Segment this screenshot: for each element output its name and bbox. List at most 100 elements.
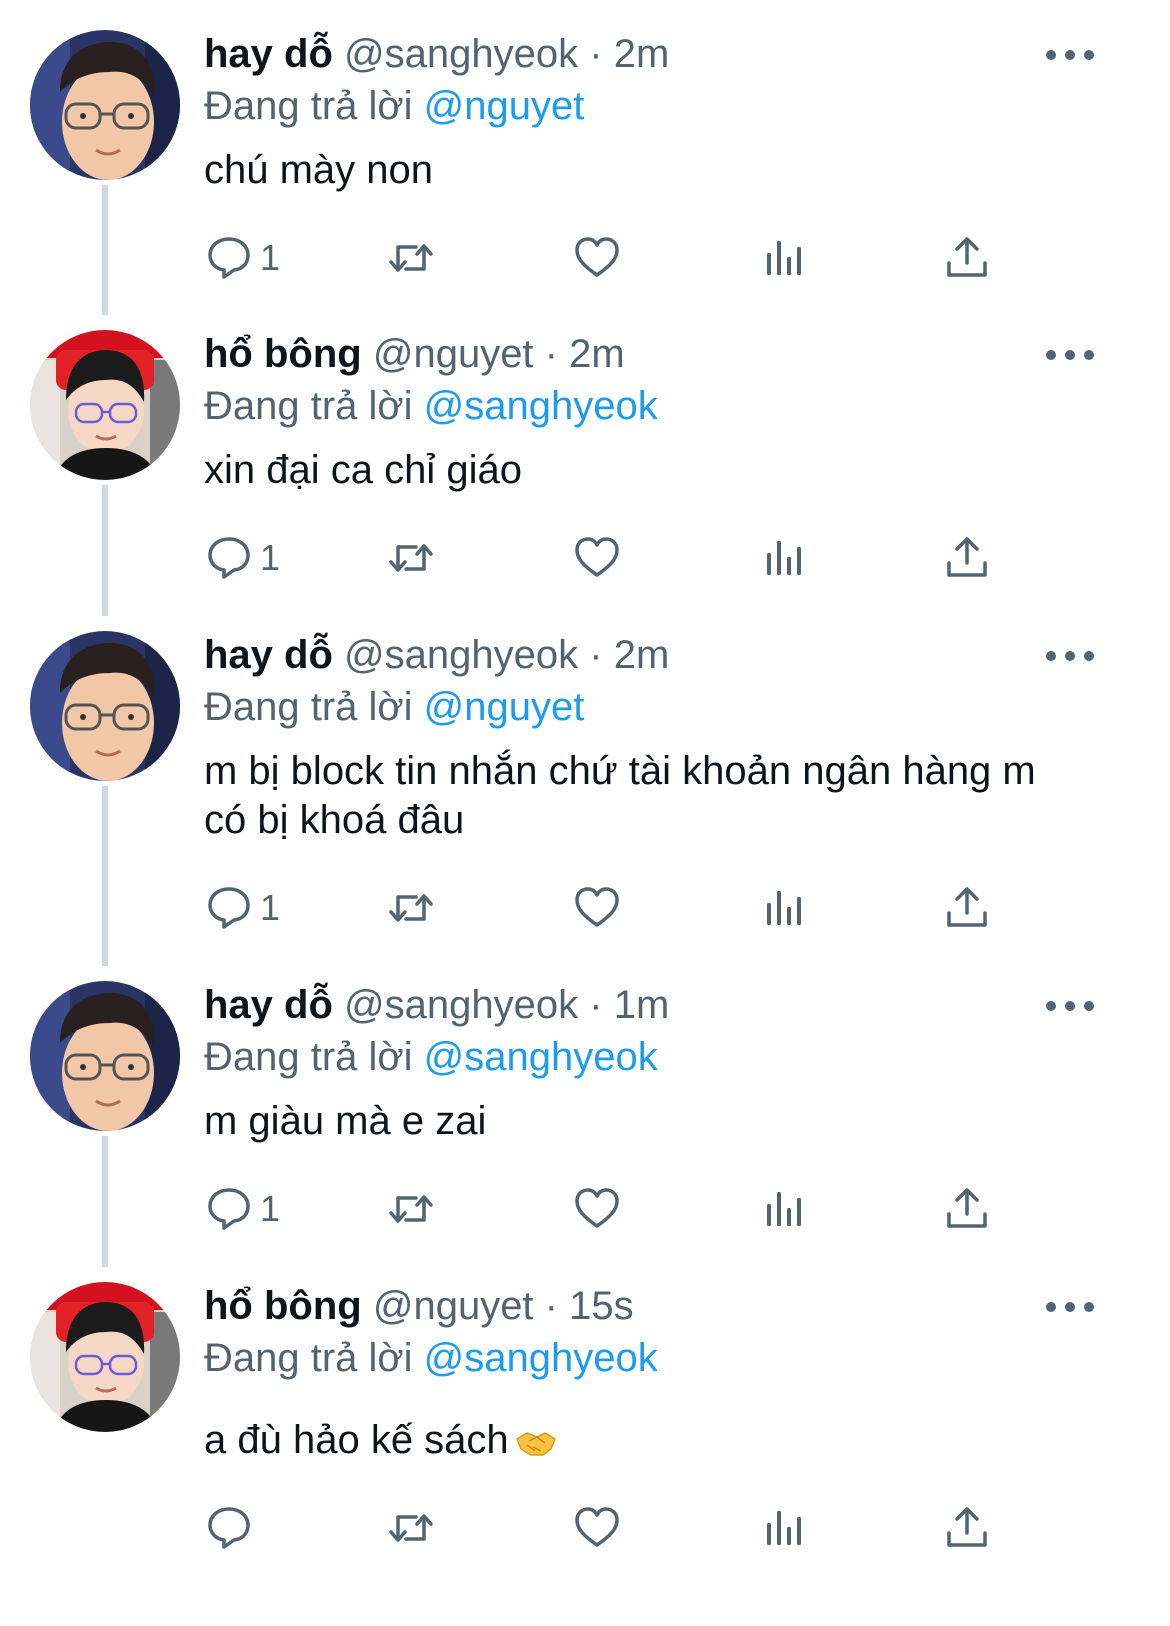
views-button[interactable] bbox=[758, 528, 808, 588]
more-icon[interactable] bbox=[1040, 340, 1100, 370]
views-chart-icon bbox=[758, 533, 808, 583]
display-name[interactable]: hổ bông bbox=[204, 1284, 362, 1328]
tweet[interactable]: hổ bông @nguyet · 2m Đang trả lời @sangh… bbox=[0, 300, 1170, 616]
heart-icon bbox=[572, 1184, 622, 1234]
tweet-text: m giàu mà e zai bbox=[204, 1099, 487, 1143]
user-handle[interactable]: @nguyet bbox=[373, 332, 534, 376]
retweet-icon bbox=[386, 1184, 436, 1234]
share-icon bbox=[942, 233, 992, 283]
mention-link[interactable]: @sanghyeok bbox=[424, 384, 658, 428]
retweet-button[interactable] bbox=[386, 1498, 436, 1558]
views-button[interactable] bbox=[758, 878, 808, 938]
avatar-glasses bbox=[30, 981, 180, 1131]
views-chart-icon bbox=[758, 883, 808, 933]
mention-link[interactable]: @sanghyeok bbox=[424, 1035, 658, 1079]
tweet[interactable]: hổ bông @nguyet · 15s Đang trả lời @sang… bbox=[0, 1252, 1170, 1626]
avatar-gaming-chair bbox=[30, 330, 180, 480]
more-icon[interactable] bbox=[1040, 991, 1100, 1021]
retweet-button[interactable] bbox=[386, 228, 436, 288]
tweet-actions bbox=[0, 1498, 1170, 1558]
avatar[interactable] bbox=[30, 330, 180, 480]
avatar[interactable] bbox=[30, 981, 180, 1131]
share-button[interactable] bbox=[942, 528, 992, 588]
user-handle[interactable]: @nguyet bbox=[373, 1284, 534, 1328]
tweet[interactable]: hay dỗ @sanghyeok · 2m Đang trả lời @ngu… bbox=[0, 601, 1170, 966]
avatar[interactable] bbox=[30, 30, 180, 180]
replying-prefix: Đang trả lời bbox=[204, 84, 413, 128]
reply-button[interactable] bbox=[204, 1498, 260, 1558]
reply-count: 1 bbox=[260, 1188, 281, 1229]
reply-icon bbox=[204, 1503, 254, 1553]
replying-prefix: Đang trả lời bbox=[204, 1336, 413, 1380]
views-button[interactable] bbox=[758, 1179, 808, 1239]
tweet-thread: hay dỗ @sanghyeok · 2m Đang trả lời @ngu… bbox=[0, 0, 1170, 1626]
avatar-glasses bbox=[30, 631, 180, 781]
replying-prefix: Đang trả lời bbox=[204, 384, 413, 428]
share-button[interactable] bbox=[942, 1179, 992, 1239]
views-button[interactable] bbox=[758, 1498, 808, 1558]
tweet-header: hay dỗ @sanghyeok · 1m bbox=[204, 979, 669, 1031]
mention-link[interactable]: @sanghyeok bbox=[424, 1336, 658, 1380]
like-button[interactable] bbox=[572, 1498, 622, 1558]
reply-button[interactable]: 1 bbox=[204, 228, 280, 288]
mention-link[interactable]: @nguyet bbox=[424, 685, 585, 729]
reply-button[interactable]: 1 bbox=[204, 878, 280, 938]
tweet-header: hay dỗ @sanghyeok · 2m bbox=[204, 629, 669, 681]
display-name[interactable]: hay dỗ bbox=[204, 633, 333, 677]
timestamp[interactable]: 15s bbox=[569, 1284, 634, 1328]
handshake-emoji bbox=[515, 1432, 556, 1456]
mention-link[interactable]: @nguyet bbox=[424, 84, 585, 128]
heart-icon bbox=[572, 1503, 622, 1553]
like-button[interactable] bbox=[572, 228, 622, 288]
tweet-text: a đù hảo kế sách bbox=[204, 1418, 509, 1462]
more-icon[interactable] bbox=[1040, 641, 1100, 671]
reply-count: 1 bbox=[260, 887, 281, 928]
replying-to: Đang trả lời @sanghyeok bbox=[204, 1031, 658, 1083]
share-button[interactable] bbox=[942, 1498, 992, 1558]
retweet-button[interactable] bbox=[386, 1179, 436, 1239]
tweet[interactable]: hay dỗ @sanghyeok · 2m Đang trả lời @ngu… bbox=[0, 0, 1170, 315]
display-name[interactable]: hay dỗ bbox=[204, 983, 333, 1027]
reply-button[interactable]: 1 bbox=[204, 528, 280, 588]
timestamp[interactable]: 2m bbox=[569, 332, 625, 376]
retweet-button[interactable] bbox=[386, 528, 436, 588]
heart-icon bbox=[572, 533, 622, 583]
avatar[interactable] bbox=[30, 631, 180, 781]
tweet[interactable]: hay dỗ @sanghyeok · 1m Đang trả lời @san… bbox=[0, 951, 1170, 1267]
share-button[interactable] bbox=[942, 228, 992, 288]
share-button[interactable] bbox=[942, 878, 992, 938]
separator: · bbox=[544, 1284, 558, 1328]
separator: · bbox=[589, 32, 603, 76]
user-handle[interactable]: @sanghyeok bbox=[344, 633, 578, 677]
views-button[interactable] bbox=[758, 228, 808, 288]
share-icon bbox=[942, 533, 992, 583]
share-icon bbox=[942, 1503, 992, 1553]
tweet-header: hổ bông @nguyet · 15s bbox=[204, 1280, 634, 1332]
like-button[interactable] bbox=[572, 528, 622, 588]
user-handle[interactable]: @sanghyeok bbox=[344, 32, 578, 76]
display-name[interactable]: hay dỗ bbox=[204, 32, 333, 76]
reply-icon bbox=[204, 883, 254, 933]
like-button[interactable] bbox=[572, 878, 622, 938]
tweet-header: hổ bông @nguyet · 2m bbox=[204, 328, 625, 380]
like-button[interactable] bbox=[572, 1179, 622, 1239]
separator: · bbox=[544, 332, 558, 376]
thread-connector bbox=[102, 786, 108, 966]
tweet-body: a đù hảo kế sách bbox=[204, 1416, 1104, 1465]
timestamp[interactable]: 1m bbox=[614, 983, 670, 1027]
retweet-button[interactable] bbox=[386, 878, 436, 938]
display-name[interactable]: hổ bông bbox=[204, 332, 362, 376]
timestamp[interactable]: 2m bbox=[614, 633, 670, 677]
more-icon[interactable] bbox=[1040, 1292, 1100, 1322]
reply-icon bbox=[204, 233, 254, 283]
reply-icon bbox=[204, 533, 254, 583]
user-handle[interactable]: @sanghyeok bbox=[344, 983, 578, 1027]
share-icon bbox=[942, 883, 992, 933]
reply-button[interactable]: 1 bbox=[204, 1179, 280, 1239]
heart-icon bbox=[572, 233, 622, 283]
replying-prefix: Đang trả lời bbox=[204, 685, 413, 729]
avatar[interactable] bbox=[30, 1282, 180, 1432]
more-icon[interactable] bbox=[1040, 40, 1100, 70]
separator: · bbox=[589, 633, 603, 677]
timestamp[interactable]: 2m bbox=[614, 32, 670, 76]
